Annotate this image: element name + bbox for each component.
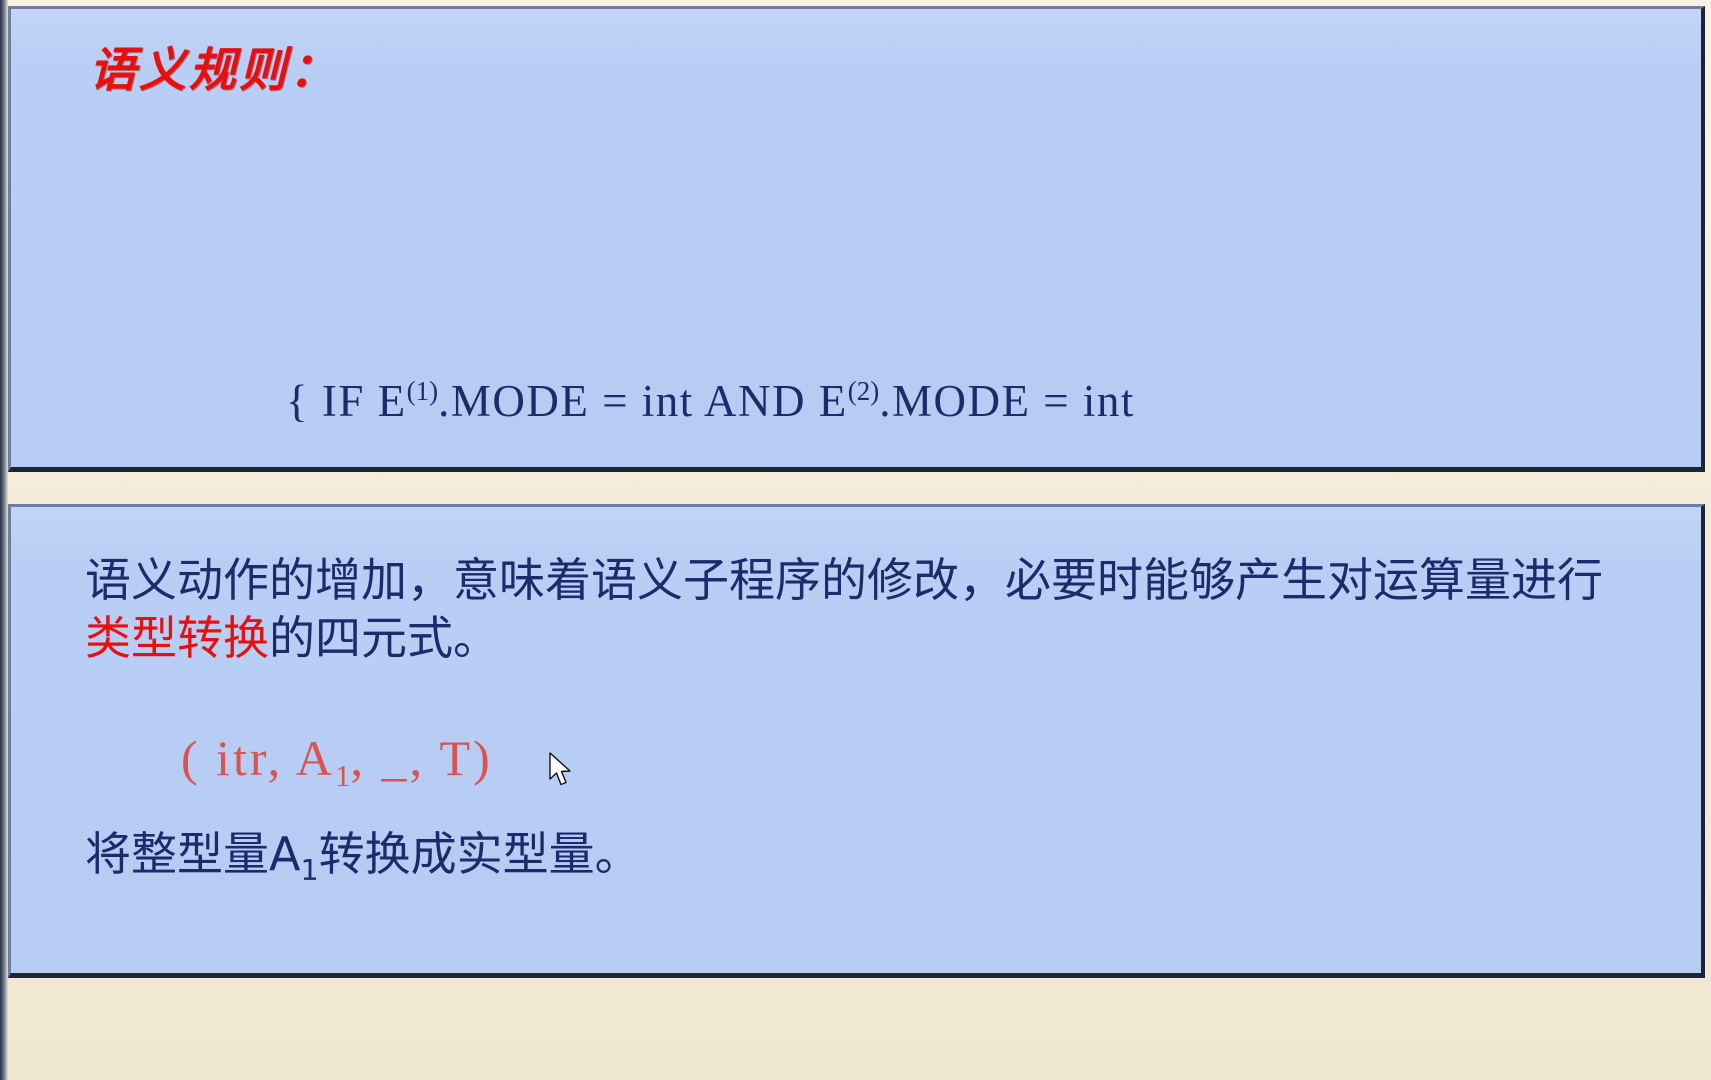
quadruple-subscript: 1 <box>334 758 351 793</box>
conversion-description: 将整型量A1转换成实型量。 <box>85 825 641 900</box>
quadruple-prefix: ( itr, A <box>181 730 335 786</box>
explanation-text-part2: 的四元式。 <box>269 611 499 665</box>
explanation-highlight-type-conversion: 类型转换 <box>85 611 269 665</box>
conversion-text-part1: 将整型量A <box>85 827 301 881</box>
semantic-rule-code: { IF E(1).MODE = int AND E(2).MODE = int… <box>286 141 1135 467</box>
quadruple-suffix: , _, T) <box>350 730 493 786</box>
slide-left-edge <box>0 0 8 1080</box>
conversion-text-part2: 转换成实型量。 <box>318 827 641 881</box>
code-superscript-1: (1) <box>406 376 439 406</box>
explanation-paragraph: 语义动作的增加，意味着语义子程序的修改，必要时能够产生对运算量进行类型转换的四元… <box>85 551 1625 667</box>
semantic-rule-panel-body: 语义规则： { IF E(1).MODE = int AND E(2).MODE… <box>11 9 1701 467</box>
code-superscript-2: (2) <box>847 376 880 406</box>
semantic-rule-panel: 语义规则： { IF E(1).MODE = int AND E(2).MODE… <box>8 6 1705 472</box>
explanation-panel: 语义动作的增加，意味着语义子程序的修改，必要时能够产生对运算量进行类型转换的四元… <box>8 504 1705 978</box>
semantic-rule-heading: 语义规则： <box>89 43 339 98</box>
code-if-prefix: { IF E <box>286 376 407 426</box>
quadruple-expression: ( itr, A1, _, T) <box>181 729 493 794</box>
explanation-panel-body: 语义动作的增加，意味着语义子程序的修改，必要时能够产生对运算量进行类型转换的四元… <box>11 507 1701 973</box>
explanation-text-part1: 语义动作的增加，意味着语义子程序的修改，必要时能够产生对运算量进行 <box>85 553 1603 607</box>
code-if-mid: .MODE = int AND E <box>438 376 848 426</box>
code-line-if: { IF E(1).MODE = int AND E(2).MODE = int <box>286 341 1135 451</box>
code-if-suffix: .MODE = int <box>879 376 1135 426</box>
conversion-subscript: 1 <box>300 854 319 888</box>
